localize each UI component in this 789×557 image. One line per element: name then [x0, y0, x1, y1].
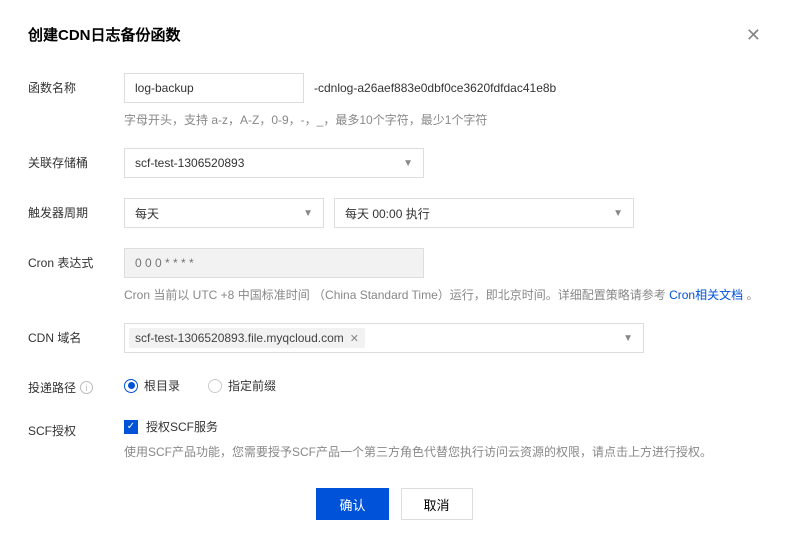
trigger-label: 触发器周期 [28, 198, 124, 221]
cron-hint: Cron 当前以 UTC +8 中国标准时间 （China Standard T… [124, 286, 761, 303]
trigger-period-value: 每天 [135, 205, 159, 222]
info-icon[interactable]: i [80, 381, 93, 394]
bucket-label: 关联存储桶 [28, 148, 124, 171]
bucket-select[interactable]: scf-test-1306520893 ▼ [124, 148, 424, 178]
cron-doc-link[interactable]: Cron相关文档 [669, 288, 743, 302]
scf-auth-checkbox[interactable]: ✓ [124, 420, 138, 434]
chevron-down-icon: ▼ [613, 208, 623, 219]
cdn-domain-select[interactable]: scf-test-1306520893.file.myqcloud.com ✕ … [124, 323, 644, 353]
function-name-suffix: -cdnlog-a26aef883e0dbf0ce3620fdfdac41e8b [314, 81, 556, 95]
delivery-path-label: 投递路径 i [28, 373, 124, 396]
chevron-down-icon: ▼ [403, 158, 413, 169]
chevron-down-icon: ▼ [303, 208, 313, 219]
radio-checked-icon [124, 379, 138, 393]
confirm-button[interactable]: 确认 [316, 488, 388, 520]
close-icon[interactable]: ✕ [746, 26, 761, 44]
trigger-time-value: 每天 00:00 执行 [345, 205, 430, 222]
path-root-radio[interactable]: 根目录 [124, 377, 180, 394]
radio-unchecked-icon [208, 379, 222, 393]
cdn-domain-tag: scf-test-1306520893.file.myqcloud.com ✕ [129, 328, 365, 348]
cancel-button[interactable]: 取消 [401, 488, 473, 520]
dialog-title: 创建CDN日志备份函数 [28, 24, 181, 45]
cron-input [124, 248, 424, 278]
trigger-period-select[interactable]: 每天 ▼ [124, 198, 324, 228]
scf-auth-label: SCF授权 [28, 416, 124, 439]
function-name-input[interactable] [124, 73, 304, 103]
path-prefix-radio[interactable]: 指定前缀 [208, 377, 276, 394]
trigger-time-select[interactable]: 每天 00:00 执行 ▼ [334, 198, 634, 228]
bucket-select-value: scf-test-1306520893 [135, 156, 244, 170]
tag-remove-icon[interactable]: ✕ [350, 332, 359, 345]
scf-auth-checkbox-label: 授权SCF服务 [146, 418, 218, 435]
chevron-down-icon: ▼ [623, 333, 633, 344]
cron-label: Cron 表达式 [28, 248, 124, 271]
cdn-domain-label: CDN 域名 [28, 323, 124, 346]
scf-auth-hint: 使用SCF产品功能，您需要授予SCF产品一个第三方角色代替您执行访问云资源的权限… [124, 443, 761, 460]
function-name-label: 函数名称 [28, 73, 124, 96]
function-name-hint: 字母开头，支持 a-z，A-Z，0-9，-，_，最多10个字符，最少1个字符 [124, 111, 761, 128]
